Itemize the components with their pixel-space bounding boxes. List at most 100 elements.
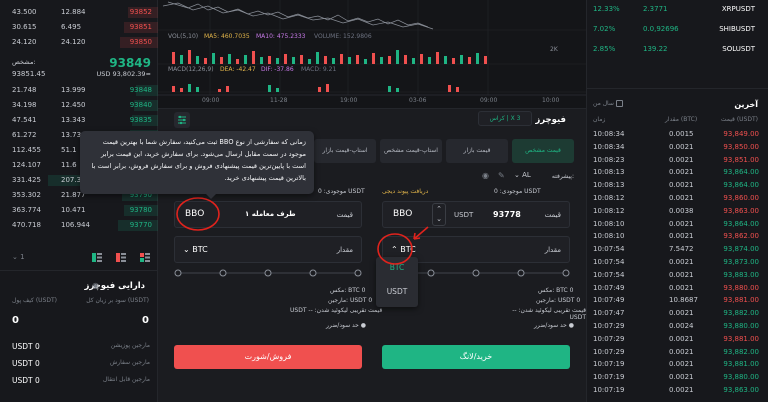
market-change: 7.02% — [593, 25, 616, 33]
settings-icon[interactable] — [174, 112, 190, 128]
assets-col-left: کیف پول (USDT) — [12, 297, 57, 304]
buy-price-field[interactable]: قیمت 93778 USDT ⌃ ⌄ BBO — [382, 201, 570, 228]
amount-unit-select[interactable]: ⌃ BTC — [391, 245, 416, 254]
sell-short-button[interactable]: فروش/شورت — [174, 345, 362, 369]
dif-label: DIF: -37.86 — [261, 66, 294, 73]
trade-row: 10:07:29 0.0021 93,881.00 — [587, 333, 768, 345]
market-row[interactable]: 12.33% 2.3771 XRPUSDT — [587, 3, 768, 15]
divider — [0, 270, 158, 271]
bid-amount: 47.541 — [12, 116, 37, 124]
buy-link[interactable]: دریافت پیوند دیجی — [382, 188, 428, 195]
eye-icon[interactable]: ◉ — [482, 171, 489, 180]
dropdown-option-usdt[interactable]: USDT — [376, 287, 418, 296]
trade-price: 93,864.00 — [723, 219, 759, 228]
trade-amount: 0.0021 — [669, 334, 694, 343]
bid-total: 207.3 — [61, 176, 82, 184]
market-row[interactable]: 7.02% 0.0,92696 SHIBUSDT — [587, 23, 768, 35]
order-book-bid-row[interactable]: 34.198 12.450 93840 — [0, 99, 158, 112]
asset-row: USDT 0 مارجین سفارش — [0, 357, 158, 370]
trade-price: 93,863.00 — [723, 386, 759, 394]
price-label: قیمت — [544, 211, 561, 219]
counterparty-select[interactable]: طرف معامله ۱ — [245, 210, 296, 218]
trade-price: 93,881.00 — [723, 334, 759, 343]
order-book-ask-row[interactable]: 30.615 6.495 93851 — [0, 21, 158, 34]
bbo-button[interactable]: BBO — [185, 209, 204, 219]
trade-amount: 0.0021 — [669, 155, 694, 164]
trade-amount: 0.0021 — [669, 386, 694, 394]
buy-max: مکس: BTC 0 — [538, 287, 574, 294]
order-book-bid-row[interactable]: 363.774 10.471 93780 — [0, 204, 158, 217]
market-price: 0.0,92696 — [643, 25, 679, 33]
dropdown-option-btc[interactable]: BTC — [376, 263, 418, 272]
bid-amount: 363.774 — [12, 206, 41, 214]
trade-amount: 0.0021 — [669, 142, 694, 151]
order-book-bid-row[interactable]: 470.718 106.944 93770 — [0, 219, 158, 232]
book-view-both-icon[interactable] — [140, 253, 150, 262]
ma5-label: MA5: 460.7035 — [204, 33, 250, 40]
sell-leverage-slider[interactable] — [174, 267, 362, 279]
trade-price: 93,873.00 — [723, 258, 759, 266]
time-tick: 19:00 — [340, 97, 358, 104]
ma10-label: MA10: 475.2333 — [256, 33, 306, 40]
spread-value: 93851.45 — [12, 70, 46, 78]
tab-market[interactable]: قیمت بازار — [446, 139, 508, 163]
sell-margin: مارجین: USDT 0 — [328, 297, 373, 304]
trades-title: آخرین — [734, 100, 758, 109]
advanced-select[interactable]: ⌄ AL — [514, 171, 531, 179]
checkbox[interactable] — [615, 100, 623, 107]
bid-amount: 124.107 — [12, 161, 41, 169]
sell-amount-field[interactable]: مقدار ⌄ BTC — [174, 236, 362, 263]
trade-time: 10:07:54 — [593, 245, 625, 254]
amount-label: مقدار — [544, 246, 561, 254]
tab-stop-market[interactable]: استاپ-قیمت بازار — [314, 139, 376, 163]
precision-select[interactable]: ⌄ 1 — [12, 253, 25, 261]
book-view-buy-icon[interactable] — [92, 253, 102, 262]
market-change: 12.33% — [593, 5, 620, 13]
macd-bars — [172, 84, 459, 92]
price-chart[interactable]: VOL(5,10) MA5: 460.7035 MA10: 475.2333 V… — [158, 0, 586, 108]
trade-amount: 7.5472 — [669, 245, 694, 254]
col-amount: مقدار (BTC) — [665, 116, 698, 123]
trade-time: 10:07:54 — [593, 270, 625, 279]
price-stepper[interactable]: ⌃ ⌄ — [432, 203, 446, 226]
margin-mode-button[interactable]: کراس | X 3 — [478, 111, 532, 126]
my-trades-toggle[interactable]: سال من — [593, 100, 623, 107]
eye-icon[interactable]: ◉ — [92, 281, 99, 290]
time-tick: 10:00 — [542, 97, 560, 104]
trade-time: 10:07:19 — [593, 386, 625, 394]
sell-price-field[interactable]: قیمت طرف معامله ۱ BBO — [174, 201, 362, 228]
edit-icon[interactable]: ✎ — [498, 171, 505, 180]
market-row[interactable]: 2.85% 139.22 SOLUSDT — [587, 43, 768, 55]
form-title: فیوچرز — [535, 115, 566, 125]
trade-row: 10:07:19 0.0021 93,863.00 — [587, 384, 768, 396]
order-book-ask-row[interactable]: 24.120 24.120 93850 — [0, 36, 158, 49]
bid-price: 93780 — [129, 206, 152, 214]
bbo-button[interactable]: BBO — [393, 209, 412, 219]
tab-limit[interactable]: قیمت مشخص — [512, 139, 574, 163]
pnl-value: 0 — [142, 315, 149, 326]
order-book-bid-row[interactable]: 47.541 13.343 93835 — [0, 114, 158, 127]
ask-amount: 24.120 — [12, 38, 37, 46]
buy-long-button[interactable]: خرید/لانگ — [382, 345, 570, 369]
trade-time: 10:08:34 — [593, 142, 625, 151]
book-view-sell-icon[interactable] — [116, 253, 126, 262]
trade-amount: 0.0021 — [669, 270, 694, 279]
trade-time: 10:07:29 — [593, 334, 625, 343]
bid-price: 93835 — [129, 116, 152, 124]
time-tick: 11-28 — [270, 97, 288, 104]
bid-total: 13.343 — [61, 116, 86, 124]
buy-tp-sl-toggle[interactable]: حد سود/ضرر ● — [534, 322, 574, 329]
amount-unit-select[interactable]: ⌄ BTC — [183, 245, 208, 254]
order-book-ask-row[interactable]: 43.500 12.884 93852 — [0, 6, 158, 19]
trade-time: 10:08:10 — [593, 219, 625, 228]
tab-stop-limit[interactable]: استاپ-قیمت مشخص — [380, 139, 442, 163]
bid-amount: 112.455 — [12, 146, 41, 154]
sell-tp-sl-toggle[interactable]: حد سود/ضرر ● — [326, 322, 366, 329]
order-book-bid-row[interactable]: 21.748 13.999 93848 — [0, 84, 158, 97]
spread-label: مشخص: — [12, 58, 36, 66]
trade-row: 10:08:34 0.0015 93,849.00 — [587, 128, 768, 140]
chart-canvas — [158, 0, 586, 96]
sell-liq-price: قیمت تقریبی لیکوئید شدن: -- USDT — [290, 307, 383, 314]
trade-price: 93,851.00 — [723, 155, 759, 164]
bid-total: 13.73 — [61, 131, 82, 139]
